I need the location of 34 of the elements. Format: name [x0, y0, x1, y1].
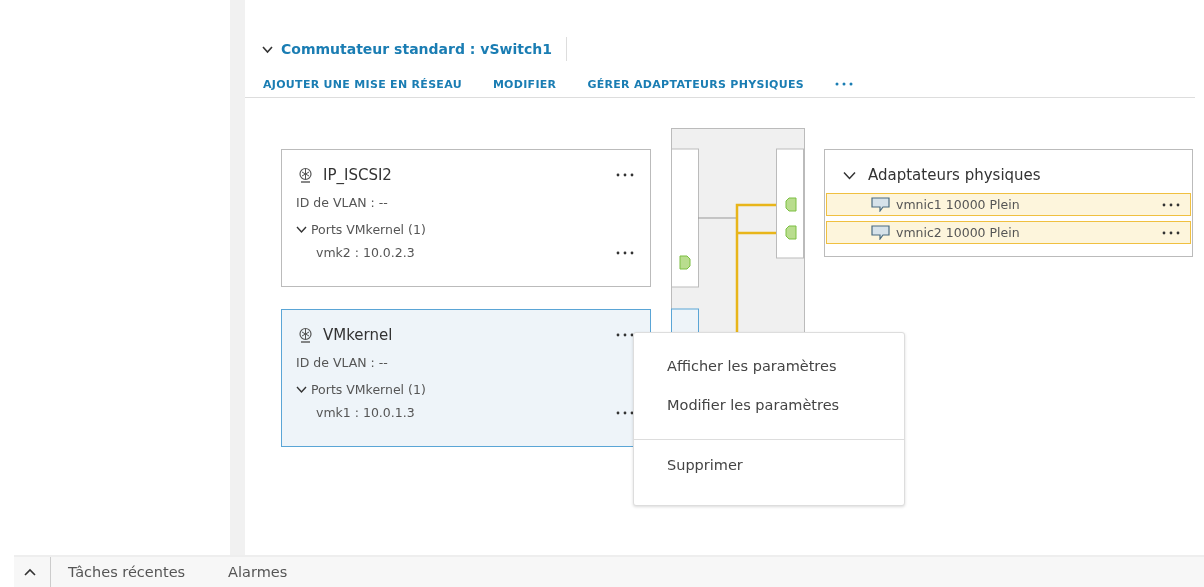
more-icon[interactable]	[1162, 202, 1180, 207]
more-icon[interactable]	[616, 250, 634, 255]
port-group-name: IP_ISCSI2	[323, 166, 393, 184]
adapter-row[interactable]: vmnic2 10000 Plein	[826, 221, 1191, 244]
nic-icon	[871, 197, 891, 212]
chevron-icon[interactable]	[296, 385, 307, 394]
bottom-tab[interactable]: Alarmes	[228, 564, 288, 580]
adapters-title: Adaptateurs physiques	[868, 166, 1041, 184]
vlan-label: ID de VLAN : --	[295, 194, 389, 210]
vlan-label: ID de VLAN : --	[295, 354, 389, 370]
caret-icon[interactable]	[24, 568, 36, 576]
more-icon[interactable]	[616, 173, 634, 177]
port-group-card[interactable]: VMkernel ID de VLAN : -- Ports VMkernel (1) vmk1 : 10.0.1.3	[281, 309, 651, 447]
menu-item[interactable]: Supprimer	[634, 446, 904, 485]
port-group-card[interactable]: IP_ISCSI2 ID de VLAN : -- Ports VMkernel (1) vmk2 : 10.0.2.3	[281, 149, 651, 287]
port-group-name: VMkernel	[323, 326, 394, 344]
chevron-icon[interactable]	[296, 225, 307, 234]
ports-label: Ports VMkernel (1)	[311, 382, 426, 397]
network-icon	[298, 167, 313, 183]
more-icon[interactable]	[616, 410, 634, 415]
vmkernel-port: vmk2 : 10.0.2.3	[316, 245, 415, 260]
more-icon[interactable]	[616, 333, 634, 337]
nic-icon	[871, 225, 891, 240]
adapter-row[interactable]: vmnic1 10000 Plein	[826, 193, 1191, 216]
more-icon[interactable]	[1162, 230, 1180, 235]
bottom-tab[interactable]: Tâches récentes	[68, 564, 186, 580]
toolbar-button[interactable]: MODIFIER	[492, 77, 557, 91]
toolbar-button[interactable]: AJOUTER UNE MISE EN RÉSEAU	[263, 77, 462, 91]
ports-label: Ports VMkernel (1)	[311, 222, 426, 237]
vmkernel-port: vmk1 : 10.0.1.3	[316, 405, 415, 420]
network-icon	[298, 327, 313, 343]
switch-title[interactable]: Commutateur standard : vSwitch1	[281, 41, 552, 57]
toolbar-button[interactable]: GÉRER ADAPTATEURS PHYSIQUES	[587, 77, 804, 91]
chevron-icon[interactable]	[843, 170, 856, 180]
